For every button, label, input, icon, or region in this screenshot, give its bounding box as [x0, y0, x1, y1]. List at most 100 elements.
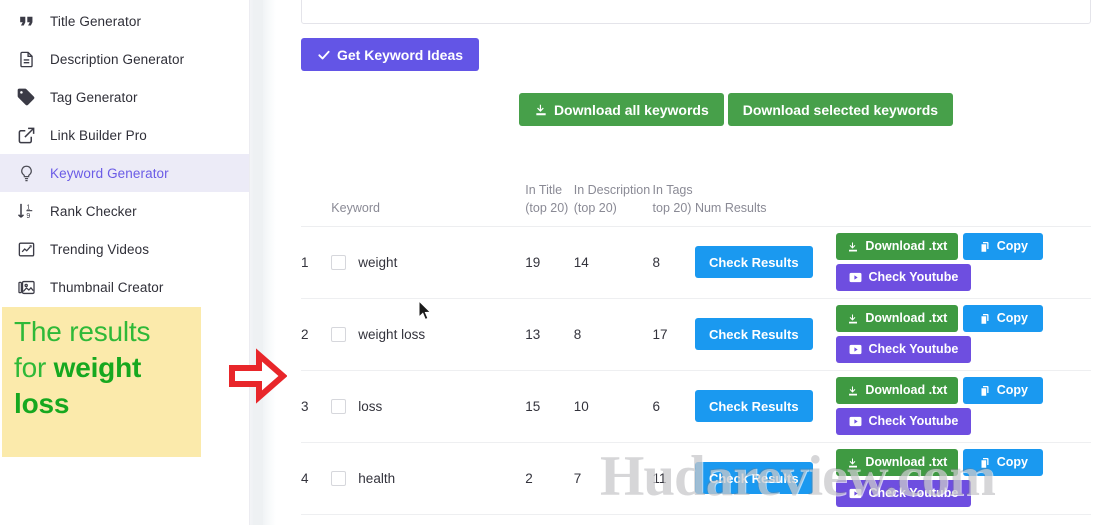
- keyword-input[interactable]: [301, 0, 1091, 24]
- download-buttons-row: Download all keywords Download selected …: [301, 93, 1091, 126]
- sidebar-item-label: Trending Videos: [50, 241, 150, 257]
- get-keyword-ideas-button[interactable]: Get Keyword Ideas: [301, 38, 480, 71]
- download-all-keywords-label: Download all keywords: [553, 101, 709, 118]
- check-youtube-label: Check Youtube: [868, 486, 959, 501]
- table-row: 1 weight 19 14 8 Check Results Download …: [301, 226, 1091, 299]
- sidebar-item-thumbnail-creator[interactable]: Thumbnail Creator: [0, 268, 249, 306]
- download-icon: [534, 103, 548, 117]
- annotation-line-2-prefix: for: [14, 351, 54, 383]
- row-num-results-cell: Check Results: [694, 298, 837, 371]
- row-actions-cell: Download .txt Copy Check Youtube: [836, 298, 1091, 371]
- row-checkbox[interactable]: [331, 326, 347, 342]
- check-youtube-button[interactable]: Check Youtube: [836, 264, 972, 291]
- table-header-row: Keyword In Title (top 20) In Description…: [301, 148, 1091, 227]
- main-content: Get Keyword Ideas Download all keywords …: [276, 0, 1116, 525]
- table-row: 3 loss 15 10 6 Check Results Download .t…: [301, 370, 1091, 443]
- row-in-tags: 8: [652, 226, 695, 299]
- copy-label: Copy: [996, 455, 1028, 470]
- check-results-button[interactable]: Check Results: [694, 318, 813, 350]
- download-txt-button[interactable]: Download .txt: [836, 233, 959, 260]
- copy-label: Copy: [996, 383, 1028, 398]
- row-index: 3: [301, 370, 332, 443]
- check-results-label: Check Results: [708, 326, 799, 342]
- row-in-tags: 6: [652, 370, 695, 443]
- download-selected-keywords-label: Download selected keywords: [742, 101, 939, 118]
- sidebar-item-title-generator[interactable]: Title Generator: [0, 2, 249, 40]
- copy-button[interactable]: Copy: [963, 305, 1044, 332]
- copy-button[interactable]: Copy: [963, 233, 1044, 260]
- annotation-line-3-bold: loss: [14, 387, 70, 419]
- row-actions-cell: Download .txt Copy Check Youtube: [836, 442, 1091, 515]
- sidebar-item-rank-checker[interactable]: 1 9 Rank Checker: [0, 192, 249, 230]
- get-keyword-ideas-label: Get Keyword Ideas: [337, 46, 464, 63]
- sidebar-item-description-generator[interactable]: Description Generator: [0, 40, 249, 78]
- copy-icon: [979, 385, 991, 397]
- table-header: Keyword In Title (top 20) In Description…: [301, 148, 1091, 227]
- annotation-line-1: The results: [14, 316, 151, 347]
- row-checkbox[interactable]: [331, 254, 347, 270]
- image-icon: [16, 277, 36, 297]
- col-actions: [836, 148, 1091, 227]
- row-checkbox[interactable]: [331, 470, 347, 486]
- row-keyword-label: health: [358, 470, 396, 486]
- download-all-keywords-button[interactable]: Download all keywords: [518, 93, 724, 126]
- row-num-results-cell: Check Results: [694, 442, 837, 515]
- row-in-description: 7: [573, 442, 653, 515]
- download-icon: [847, 313, 859, 325]
- sidebar-item-label: Title Generator: [50, 13, 142, 29]
- annotation-line-2: for weight: [14, 350, 189, 386]
- row-in-description: 10: [573, 370, 653, 443]
- sidebar-item-label: Rank Checker: [50, 203, 137, 219]
- download-txt-button[interactable]: Download .txt: [836, 377, 959, 404]
- document-icon: [16, 49, 36, 69]
- row-keyword-label: loss: [358, 398, 383, 414]
- download-txt-label: Download .txt: [865, 455, 948, 470]
- sidebar-item-trending-videos[interactable]: Trending Videos: [0, 230, 249, 268]
- copy-button[interactable]: Copy: [963, 449, 1044, 476]
- col-index: [301, 148, 332, 227]
- check-results-label: Check Results: [708, 470, 799, 486]
- sidebar-item-label: Link Builder Pro: [50, 127, 147, 143]
- youtube-icon: [849, 272, 862, 283]
- copy-icon: [979, 457, 991, 469]
- download-txt-button[interactable]: Download .txt: [836, 305, 959, 332]
- sidebar-item-keyword-generator[interactable]: Keyword Generator: [0, 154, 249, 192]
- row-index: 1: [301, 226, 332, 299]
- table-row: 2 weight loss 13 8 17 Check Results Down…: [301, 298, 1091, 371]
- sidebar-item-link-builder-pro[interactable]: Link Builder Pro: [0, 116, 249, 154]
- check-results-button[interactable]: Check Results: [694, 462, 813, 494]
- check-results-button[interactable]: Check Results: [694, 390, 813, 422]
- row-index: 2: [301, 298, 332, 371]
- download-txt-button[interactable]: Download .txt: [836, 449, 959, 476]
- row-in-description: 8: [573, 298, 653, 371]
- check-youtube-label: Check Youtube: [868, 270, 959, 285]
- chart-line-icon: [16, 239, 36, 259]
- sidebar-item-tag-generator[interactable]: Tag Generator: [0, 78, 249, 116]
- check-results-label: Check Results: [708, 398, 799, 414]
- row-keyword-cell: weight: [331, 226, 526, 299]
- check-results-button[interactable]: Check Results: [694, 246, 813, 278]
- sidebar-item-label: Keyword Generator: [50, 165, 169, 181]
- row-num-results-cell: Check Results: [694, 226, 837, 299]
- row-index: 4: [301, 442, 332, 515]
- row-checkbox[interactable]: [331, 398, 347, 414]
- sidebar-nav: Title Generator Description Generator Ta…: [0, 0, 249, 306]
- row-in-description: 14: [573, 226, 653, 299]
- check-youtube-button[interactable]: Check Youtube: [836, 480, 972, 507]
- check-youtube-button[interactable]: Check Youtube: [836, 336, 972, 363]
- download-selected-keywords-button[interactable]: Download selected keywords: [727, 93, 954, 126]
- check-youtube-button[interactable]: Check Youtube: [836, 408, 972, 435]
- copy-icon: [979, 313, 991, 325]
- copy-label: Copy: [996, 311, 1028, 326]
- col-in-description: In Description (top 20): [573, 148, 653, 227]
- row-keyword-cell: weight loss: [331, 298, 526, 371]
- copy-button[interactable]: Copy: [963, 377, 1044, 404]
- check-youtube-label: Check Youtube: [868, 414, 959, 429]
- row-in-title: 19: [525, 226, 574, 299]
- youtube-icon: [849, 344, 862, 355]
- lightbulb-icon: [16, 163, 36, 183]
- row-actions-cell: Download .txt Copy Check Youtube: [836, 370, 1091, 443]
- sidebar-item-label: Thumbnail Creator: [50, 279, 164, 295]
- tag-icon: [16, 87, 36, 107]
- row-keyword-cell: loss: [331, 370, 526, 443]
